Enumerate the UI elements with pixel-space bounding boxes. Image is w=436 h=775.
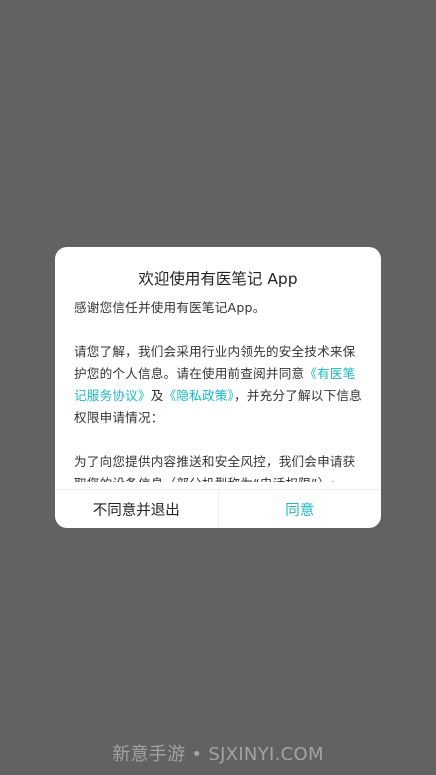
dialog-content[interactable]: 感谢您信任并使用有医笔记App。 请您了解，我们会采用行业内领先的安全技术来保护… — [74, 297, 362, 482]
agree-button[interactable]: 同意 — [219, 490, 382, 528]
intro-paragraph: 感谢您信任并使用有医笔记App。 — [74, 300, 266, 315]
site-watermark: 新意手游 • SJXINYI.COM — [112, 744, 324, 765]
agreement-text-and: 及 — [150, 388, 164, 403]
disagree-exit-button[interactable]: 不同意并退出 — [55, 490, 219, 528]
dialog-footer: 不同意并退出 同意 — [55, 489, 381, 528]
permission-paragraph: 为了向您提供内容推送和安全风控，我们会申请获取您的设备信息（部分机型称为“电话权… — [74, 454, 356, 482]
dialog-title: 欢迎使用有医笔记 App — [138, 270, 298, 288]
privacy-policy-link[interactable]: 《隐私政策》 — [164, 388, 234, 403]
agreement-paragraph: 请您了解，我们会采用行业内领先的安全技术来保护您的个人信息。请在使用前查阅并同意… — [74, 341, 362, 429]
privacy-dialog: 欢迎使用有医笔记 App 感谢您信任并使用有医笔记App。 请您了解，我们会采用… — [55, 247, 381, 528]
